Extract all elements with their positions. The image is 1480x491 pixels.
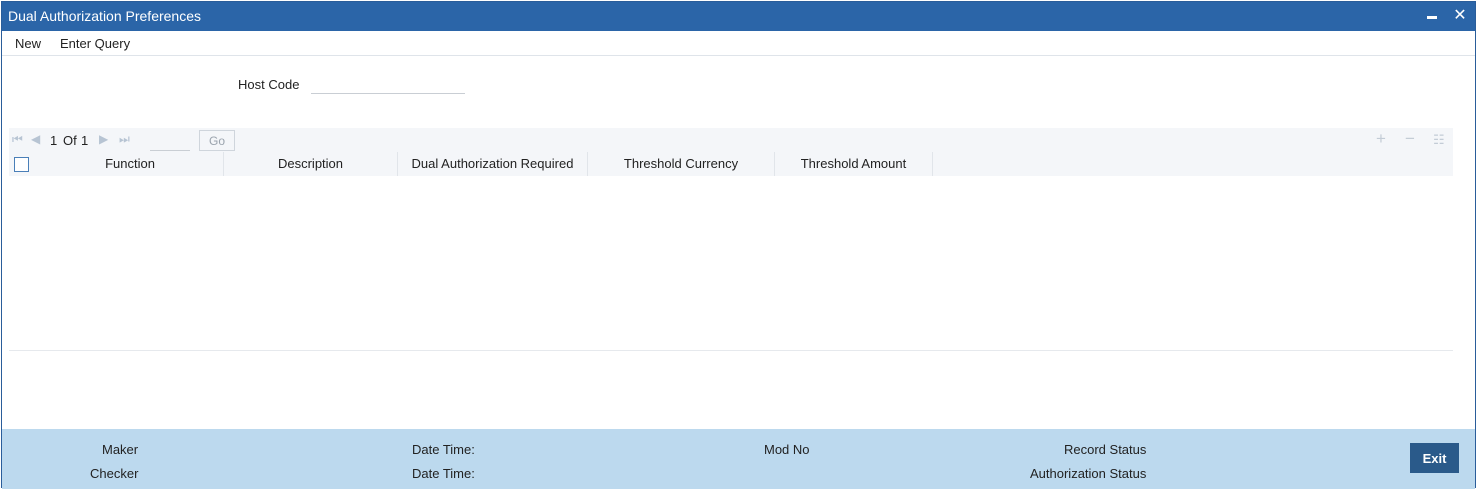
host-code-label: Host Code (238, 77, 300, 92)
delete-row-icon[interactable]: − (1405, 129, 1415, 149)
column-header-threshold-amount[interactable]: Threshold Amount (775, 152, 933, 176)
authorization-status-label: Authorization Status (1030, 466, 1147, 481)
column-header-threshold-currency[interactable]: Threshold Currency (588, 152, 775, 176)
minimize-icon[interactable] (1422, 5, 1442, 27)
add-row-icon[interactable]: + (1376, 129, 1386, 149)
menu-enter-query[interactable]: Enter Query (60, 36, 130, 51)
column-header-description[interactable]: Description (224, 152, 398, 176)
host-code-input[interactable] (311, 74, 465, 94)
maker-date-time-label: Date Time: (412, 442, 475, 457)
select-all-checkbox[interactable] (14, 157, 29, 172)
page-of-label: Of (63, 133, 77, 148)
first-page-icon[interactable]: ⏮ (12, 132, 23, 147)
total-pages: 1 (81, 133, 89, 148)
prev-page-icon[interactable]: ◀ (31, 132, 40, 146)
exit-button[interactable]: Exit (1410, 443, 1459, 473)
window-title: Dual Authorization Preferences (8, 8, 201, 24)
column-header-function[interactable]: Function (37, 152, 224, 176)
menu-bar: New Enter Query (2, 31, 1475, 56)
grid-toolbar: ⏮ ◀ 1 Of 1 ▶ ⏭ Go + − ☷ (9, 128, 1453, 152)
menu-new[interactable]: New (15, 36, 41, 51)
checker-label: Checker (90, 466, 139, 481)
column-settings-icon[interactable]: ☷ (1433, 132, 1445, 148)
maker-label: Maker (102, 442, 139, 457)
column-header-dual-authorization-required[interactable]: Dual Authorization Required (398, 152, 588, 176)
go-button[interactable]: Go (199, 130, 235, 151)
checker-date-time-label: Date Time: (412, 466, 475, 481)
last-page-icon[interactable]: ⏭ (119, 132, 130, 147)
current-page: 1 (50, 133, 58, 148)
close-icon[interactable]: ✕ (1450, 5, 1470, 27)
mod-no-label: Mod No (764, 442, 810, 457)
audit-footer: Maker Checker Date Time: Date Time: Mod … (2, 429, 1475, 489)
next-page-icon[interactable]: ▶ (99, 132, 108, 146)
page-number-input[interactable] (150, 131, 190, 151)
preferences-grid: ⏮ ◀ 1 Of 1 ▶ ⏭ Go + − ☷ Function Descrip… (9, 128, 1453, 351)
dual-authorization-window: Dual Authorization Preferences ✕ New Ent… (1, 1, 1476, 489)
window-titlebar: Dual Authorization Preferences ✕ (2, 2, 1475, 31)
record-status-label: Record Status (1064, 442, 1147, 457)
grid-header: Function Description Dual Authorization … (9, 152, 1453, 176)
